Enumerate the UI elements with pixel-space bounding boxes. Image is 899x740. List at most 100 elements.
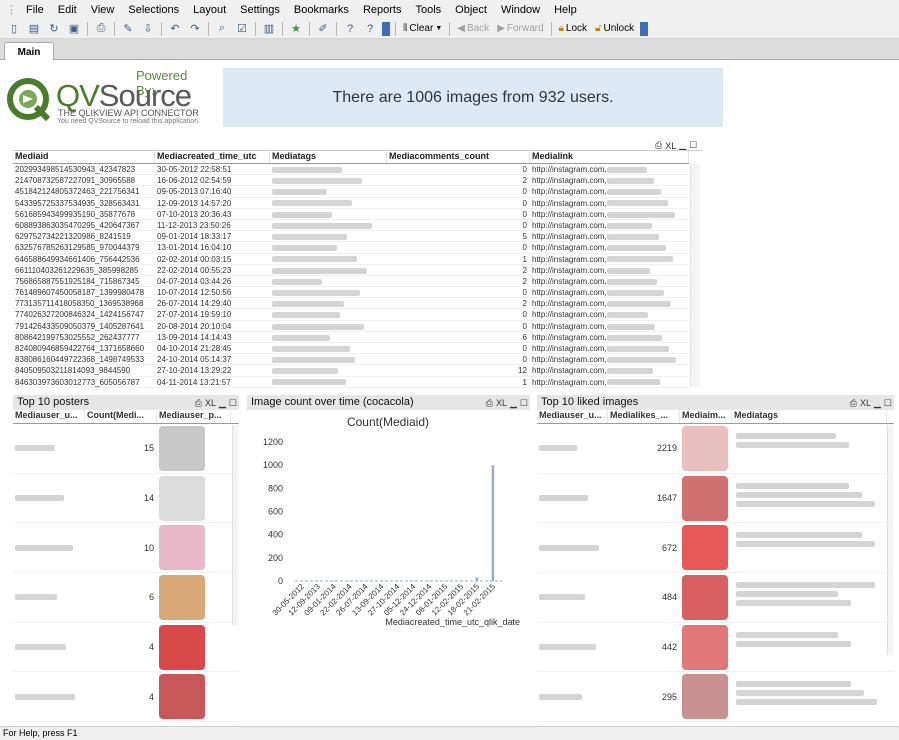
top-posters-scrollbar[interactable] [232,425,238,625]
lock-button[interactable]: 🔒︎ Lock [555,23,591,34]
open-folder-icon[interactable]: ▤ [26,21,42,37]
list-item[interactable]: 14 [13,474,239,524]
menu-window[interactable]: Window [494,4,547,16]
table-row[interactable]: 608893863035470295_420647367 11-12-2013 2… [13,220,689,232]
column-header-user[interactable]: Mediauser_u... [13,410,85,423]
design-icon[interactable]: ✐ [315,21,331,37]
media-table[interactable]: Mediaid Mediacreated_time_utc Mediatags … [13,150,702,388]
menu-view[interactable]: View [84,4,122,16]
list-item[interactable]: 4 [13,672,239,723]
reload-data-icon[interactable]: ⇩ [140,21,156,37]
minimize-icon[interactable]: ▁ [510,396,517,411]
column-header-comments[interactable]: Mediacomments_count [387,151,530,163]
list-item[interactable]: 484 [537,573,894,623]
list-item[interactable]: 672 [537,523,894,574]
menu-selections[interactable]: Selections [121,4,186,16]
list-item[interactable]: 2219 [537,424,894,474]
unlock-button[interactable]: 🔓︎ Unlock [591,23,638,34]
table-row[interactable]: 661110403261229635_385998285 22-02-2014 0… [13,265,689,276]
column-header-tags[interactable]: Mediatags [732,410,887,423]
redo-icon[interactable]: ↷ [187,21,203,37]
column-header-image[interactable]: Mediaim... [680,410,732,423]
list-item[interactable]: 295 [537,672,894,723]
table-row[interactable]: 761489607450058187_1399980478 10-07-2014 … [13,287,689,299]
back-button[interactable]: ◀ Back [453,23,493,34]
menu-help[interactable]: Help [547,4,584,16]
excel-export-button[interactable]: XL [496,396,507,411]
table-row[interactable]: 846303973603012773_605056787 04-11-2014 1… [13,377,689,388]
chart-icon[interactable]: ▥ [261,21,277,37]
reload-icon[interactable]: ↻ [46,21,62,37]
toolbar-overflow-button[interactable] [382,21,390,36]
column-header-tags[interactable]: Mediatags [270,151,387,163]
list-item[interactable]: 10 [13,523,239,574]
menu-tools[interactable]: Tools [408,4,448,16]
print-icon[interactable]: ⎙ [195,396,202,411]
cell-tags [270,365,387,375]
column-header-mediaid[interactable]: Mediaid [13,151,155,163]
cell-count: 15 [143,443,154,454]
menu-file[interactable]: File [19,4,51,16]
column-header-likes[interactable]: Medialikes_... [608,410,680,423]
toolbar-overflow-button[interactable] [640,21,649,36]
excel-export-button[interactable]: XL [860,396,871,411]
forward-button[interactable]: ▶ Forward [493,23,547,34]
maximize-icon[interactable]: ☐ [884,396,892,411]
print-icon[interactable]: ⎙ [93,21,109,37]
menu-edit[interactable]: Edit [51,4,84,16]
table-row[interactable]: 840509503211814093_9844590 27-10-2014 13:… [13,365,689,377]
new-doc-icon[interactable]: ▯ [6,21,22,37]
list-item[interactable]: 442 [537,623,894,673]
context-help-icon[interactable]: ? [362,21,378,37]
table-row[interactable]: 773135711418058350_1369538968 26-07-2014 … [13,298,689,310]
help-icon[interactable]: ? [342,21,358,37]
maximize-icon[interactable]: ☐ [520,396,528,411]
table-row[interactable]: 202993498514530943_42347823 30-05-2012 22… [13,164,689,176]
column-header-picture[interactable]: Mediauser_p... [157,410,231,423]
table-row[interactable]: 543395725337534935_328563431 12-09-2013 1… [13,198,689,209]
menu-object[interactable]: Object [448,4,494,16]
table-row[interactable]: 824080946859422764_1371658660 04-10-2014 … [13,343,689,355]
table-row[interactable]: 561685943499935190_35877678 07-10-2013 20… [13,209,689,220]
image-count-chart[interactable]: Count(Mediaid)02004006008001000120030-05… [247,410,530,629]
list-item[interactable]: 15 [13,424,239,474]
column-header-user[interactable]: Mediauser_u... [537,410,608,423]
excel-export-button[interactable]: XL [205,396,216,411]
list-item[interactable]: 1647 [537,474,894,524]
maximize-icon[interactable]: ☐ [229,396,237,411]
undo-icon[interactable]: ↶ [167,21,183,37]
table-row[interactable]: 838086160449722368_1498749533 24-10-2014 … [13,354,689,366]
bookmark-star-icon[interactable]: ★ [288,21,304,37]
table-row[interactable]: 808642199753025552_262437777 13-09-2014 1… [13,332,689,343]
table-row[interactable]: 646588649934661406_756442536 02-02-2014 0… [13,254,689,265]
column-header-count[interactable]: Count(Medi... [85,410,157,423]
menu-settings[interactable]: Settings [233,4,287,16]
edit-script-icon[interactable]: ✎ [120,21,136,37]
minimize-icon[interactable]: ▁ [874,396,881,411]
table-row[interactable]: 214708732587227091_30965588 16-06-2012 02… [13,175,689,187]
media-table-scrollbar[interactable] [690,164,700,387]
tab-main[interactable]: Main [4,42,54,61]
search-icon[interactable]: ⌕ [214,21,230,37]
clear-button[interactable]: ⦀ Clear ▼ [399,23,446,34]
table-row[interactable]: 791426433509050379_1405287641 20-08-2014 … [13,321,689,332]
menu-layout[interactable]: Layout [186,4,233,16]
print-icon[interactable]: ⎙ [850,396,857,411]
top-liked-scrollbar[interactable] [887,425,893,655]
save-icon[interactable]: ▣ [66,21,82,37]
minimize-icon[interactable]: ▁ [219,396,226,411]
menu-bookmarks[interactable]: Bookmarks [287,4,356,16]
list-item[interactable]: 6 [13,573,239,623]
column-header-link[interactable]: Medialink [530,151,689,163]
list-item[interactable]: 4 [13,623,239,673]
menu-reports[interactable]: Reports [356,4,409,16]
excel-export-button[interactable]: XL [665,141,676,151]
table-row[interactable]: 632576785263129585_970044379 13-01-2014 1… [13,242,689,254]
table-row[interactable]: 451842124805372463_221756341 09-05-2013 0… [13,186,689,198]
table-row[interactable]: 629752734221320986_8241519 09-01-2014 18:… [13,231,689,243]
print-icon[interactable]: ⎙ [486,396,493,411]
table-row[interactable]: 756865887551925184_715867345 04-07-2014 0… [13,276,689,288]
column-header-created[interactable]: Mediacreated_time_utc [155,151,270,163]
table-row[interactable]: 774026327200846324_1424156747 27-07-2014 … [13,309,689,321]
select-icon[interactable]: ☑ [234,21,250,37]
